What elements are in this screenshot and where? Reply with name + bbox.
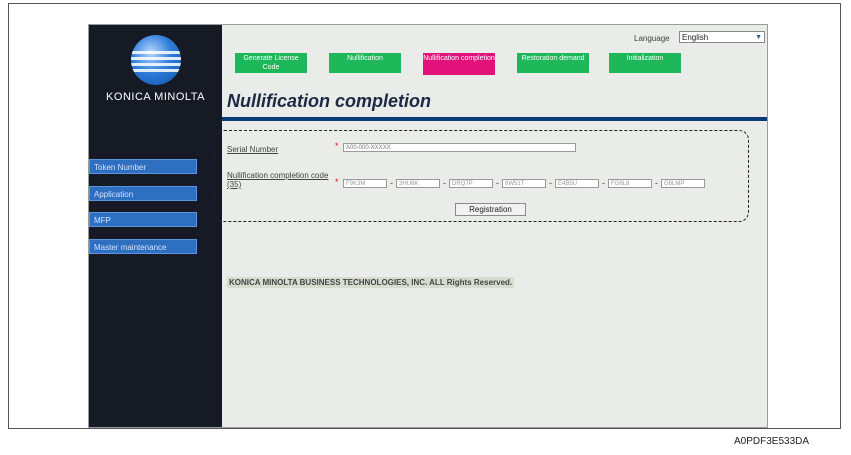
page-title: Nullification completion [227,91,432,111]
tab-nullification-completion[interactable]: Nullification completion [423,53,495,75]
copyright-text: KONICA MINOLTA BUSINESS TECHNOLOGIES, IN… [227,277,515,288]
sidebar-item-token-number[interactable]: Token Number [89,159,197,174]
figure-caption: A0PDF3E533DA [734,436,810,447]
title-underline [222,117,767,121]
tab-nullification[interactable]: Nullification [329,53,401,73]
tab-generate-license-code[interactable]: Generate License Code [235,53,307,73]
sidebar: KONICA MINOLTA Token Number Application … [89,25,222,427]
chevron-down-icon: ▼ [755,34,762,41]
app-window: KONICA MINOLTA Token Number Application … [88,24,768,428]
tab-initialization[interactable]: Initialization [609,53,681,73]
language-selected-value: English [682,33,709,42]
highlight-callout-box [214,130,749,222]
sidebar-item-mfp[interactable]: MFP [89,212,197,227]
sidebar-item-master-maintenance[interactable]: Master maintenance [89,239,197,254]
sidebar-item-application[interactable]: Application [89,186,197,201]
logo-text: KONICA MINOLTA [106,91,205,103]
tab-restoration-demand[interactable]: Restoration demand [517,53,589,73]
konica-minolta-logo-icon [131,35,181,85]
language-select[interactable]: English ▼ [679,31,765,43]
language-label: Language [634,34,670,43]
